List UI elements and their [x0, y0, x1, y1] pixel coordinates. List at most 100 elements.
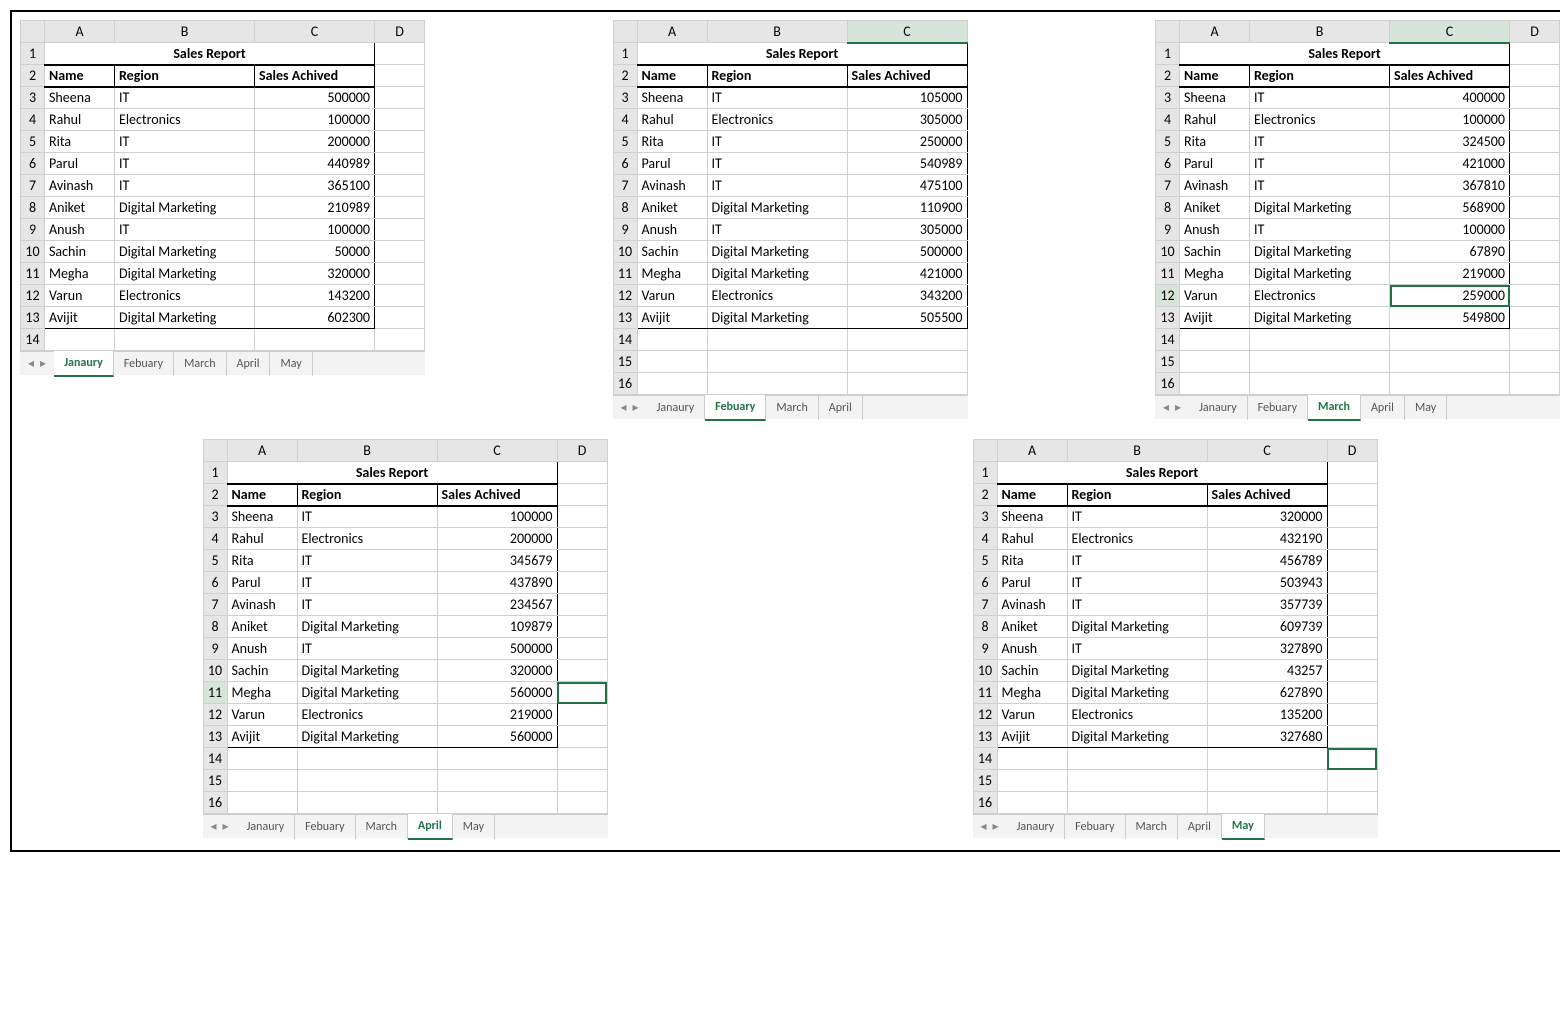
cell-sales[interactable]: 475100 — [847, 175, 967, 197]
empty-cell[interactable] — [297, 748, 437, 770]
row-header-16[interactable]: 16 — [973, 792, 997, 814]
col-header-B[interactable]: B — [707, 21, 847, 43]
empty-cell[interactable] — [997, 770, 1067, 792]
cell-D9[interactable] — [375, 219, 425, 241]
cell-name[interactable]: Aniket — [227, 616, 297, 638]
cell-sales[interactable]: 200000 — [437, 528, 557, 550]
cell-name[interactable]: Rita — [997, 550, 1067, 572]
row-header-14[interactable]: 14 — [973, 748, 997, 770]
cell-sales[interactable]: 367810 — [1390, 175, 1510, 197]
cell-sales[interactable]: 400000 — [1390, 87, 1510, 109]
cell-region[interactable]: Digital Marketing — [297, 682, 437, 704]
cell-name[interactable]: Sachin — [997, 660, 1067, 682]
row-header-13[interactable]: 13 — [973, 726, 997, 748]
row-header-5[interactable]: 5 — [21, 131, 45, 153]
cell-name[interactable]: Anush — [637, 219, 707, 241]
cell-name[interactable]: Megha — [227, 682, 297, 704]
cell-sales[interactable]: 327680 — [1207, 726, 1327, 748]
empty-cell[interactable] — [1207, 792, 1327, 814]
cell-region[interactable]: IT — [115, 219, 255, 241]
cell-region[interactable]: Digital Marketing — [1067, 682, 1207, 704]
cell-D8[interactable] — [1327, 616, 1377, 638]
row-header-6[interactable]: 6 — [613, 153, 637, 175]
sheet-tab-febuary[interactable]: Febuary — [114, 352, 174, 376]
row-header-9[interactable]: 9 — [973, 638, 997, 660]
cell-D5[interactable] — [557, 550, 607, 572]
cell-D7[interactable] — [1327, 594, 1377, 616]
cell-D4[interactable] — [557, 528, 607, 550]
sheet-tab-janaury[interactable]: Janaury — [1007, 815, 1066, 839]
cell-region[interactable]: Electronics — [1067, 528, 1207, 550]
row-header-1[interactable]: 1 — [973, 462, 997, 484]
cell-region[interactable]: Digital Marketing — [297, 726, 437, 748]
cell-region[interactable]: Digital Marketing — [1250, 197, 1390, 219]
cell-region[interactable]: Digital Marketing — [707, 263, 847, 285]
row-header-4[interactable]: 4 — [1156, 109, 1180, 131]
row-header-9[interactable]: 9 — [203, 638, 227, 660]
cell-sales[interactable]: 357739 — [1207, 594, 1327, 616]
empty-cell[interactable] — [1067, 792, 1207, 814]
cell-D12[interactable] — [557, 704, 607, 726]
tab-prev-icon[interactable]: ◂ — [621, 400, 627, 415]
col-header-D[interactable]: D — [557, 440, 607, 462]
cell-name[interactable]: Avinash — [227, 594, 297, 616]
sheet-tab-may[interactable]: May — [1405, 396, 1447, 420]
cell-D12[interactable] — [1510, 285, 1560, 307]
row-header-9[interactable]: 9 — [613, 219, 637, 241]
row-header-11[interactable]: 11 — [613, 263, 637, 285]
cell-sales[interactable]: 500000 — [437, 638, 557, 660]
cell-name[interactable]: Rahul — [45, 109, 115, 131]
col-header-A[interactable]: A — [227, 440, 297, 462]
col-header-C[interactable]: C — [255, 21, 375, 43]
empty-cell[interactable] — [1327, 792, 1377, 814]
cell-name[interactable]: Parul — [227, 572, 297, 594]
col-header-B[interactable]: B — [1250, 21, 1390, 43]
cell-name[interactable]: Aniket — [637, 197, 707, 219]
cell-D9[interactable] — [1510, 219, 1560, 241]
row-header-5[interactable]: 5 — [613, 131, 637, 153]
row-header-3[interactable]: 3 — [203, 506, 227, 528]
col-header-B[interactable]: B — [297, 440, 437, 462]
cell-name[interactable]: Megha — [997, 682, 1067, 704]
cell-sales[interactable]: 320000 — [1207, 506, 1327, 528]
cell-region[interactable]: Digital Marketing — [297, 660, 437, 682]
row-header-10[interactable]: 10 — [203, 660, 227, 682]
cell-sales[interactable]: 219000 — [437, 704, 557, 726]
cell-region[interactable]: IT — [297, 594, 437, 616]
row-header-14[interactable]: 14 — [21, 329, 45, 351]
cell-D1[interactable] — [557, 462, 607, 484]
col-header-B[interactable]: B — [115, 21, 255, 43]
cell-D8[interactable] — [1510, 197, 1560, 219]
empty-cell[interactable] — [707, 351, 847, 373]
empty-cell[interactable] — [557, 748, 607, 770]
cell-region[interactable]: Electronics — [115, 109, 255, 131]
cell-sales[interactable]: 50000 — [255, 241, 375, 263]
empty-cell[interactable] — [1327, 748, 1377, 770]
cell-name[interactable]: Sachin — [45, 241, 115, 263]
cell-D1[interactable] — [1327, 462, 1377, 484]
cell-region[interactable]: Digital Marketing — [115, 241, 255, 263]
cell-region[interactable]: IT — [115, 131, 255, 153]
cell-sales[interactable]: 365100 — [255, 175, 375, 197]
cell-sales[interactable]: 560000 — [437, 726, 557, 748]
cell-region[interactable]: Digital Marketing — [115, 197, 255, 219]
sheet-tab-may[interactable]: May — [453, 815, 495, 839]
cell-sales[interactable]: 560000 — [437, 682, 557, 704]
cell-region[interactable]: Digital Marketing — [707, 197, 847, 219]
empty-cell[interactable] — [1390, 351, 1510, 373]
row-header-5[interactable]: 5 — [973, 550, 997, 572]
cell-region[interactable]: Digital Marketing — [707, 307, 847, 329]
cell-name[interactable]: Avijit — [997, 726, 1067, 748]
cell-sales[interactable]: 135200 — [1207, 704, 1327, 726]
row-header-3[interactable]: 3 — [973, 506, 997, 528]
cell-region[interactable]: IT — [297, 550, 437, 572]
select-all-corner[interactable] — [973, 440, 997, 462]
cell-region[interactable]: Electronics — [115, 285, 255, 307]
cell-region[interactable]: Digital Marketing — [1067, 616, 1207, 638]
row-header-8[interactable]: 8 — [203, 616, 227, 638]
cell-D13[interactable] — [375, 307, 425, 329]
sheet-tab-march[interactable]: March — [1126, 815, 1178, 839]
empty-cell[interactable] — [997, 792, 1067, 814]
row-header-10[interactable]: 10 — [973, 660, 997, 682]
cell-region[interactable]: IT — [707, 219, 847, 241]
